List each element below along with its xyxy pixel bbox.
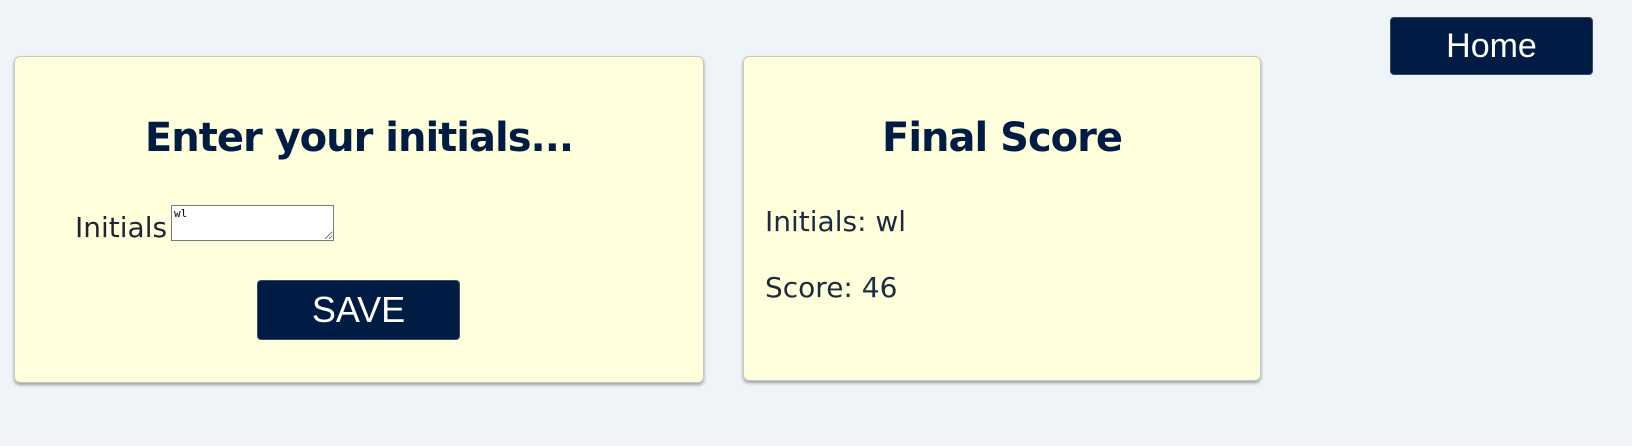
score-value-text: Score: 46 [765,271,898,304]
save-button[interactable]: SAVE [257,280,460,340]
final-score-title: Final Score [882,115,1123,161]
score-initials-text: Initials: wl [765,205,907,238]
initials-label: Initials [75,211,168,244]
initials-input[interactable]: wl [171,205,334,241]
home-button[interactable]: Home [1390,17,1593,75]
initials-card-title: Enter your initials... [144,115,574,161]
initials-card: Enter your initials... Initials wl SAVE [14,56,704,383]
final-score-card: Final Score Initials: wl Score: 46 [743,56,1261,381]
